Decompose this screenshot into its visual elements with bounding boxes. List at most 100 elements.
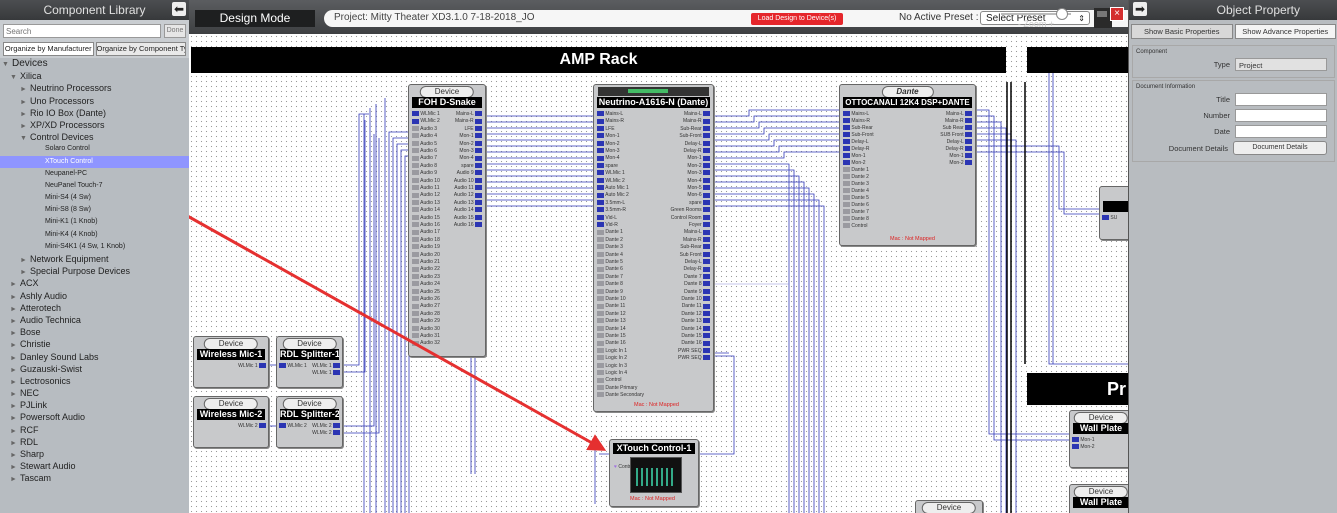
tree-item[interactable]: XTouch Control: [0, 155, 189, 168]
expanded-triangle-icon[interactable]: ▼: [10, 72, 20, 84]
tree-item[interactable]: ► Guzauski-Swist: [0, 363, 189, 375]
number-label: Number: [1203, 111, 1230, 120]
tree-item-label: Atterotech: [20, 302, 62, 313]
tree-item-label: Xilica: [20, 71, 42, 82]
tree-item[interactable]: ► Stewart Audio: [0, 460, 189, 472]
tree-item[interactable]: ► XP/XD Processors: [0, 119, 189, 131]
tree-item-label: Guzauski-Swist: [20, 363, 83, 374]
tree-item-label: Uno Processors: [30, 95, 95, 106]
tree-item-label: Tascam: [20, 473, 52, 484]
tree-item-label: Ashly Audio: [20, 290, 68, 301]
document-details-button[interactable]: Document Details: [1233, 141, 1327, 155]
tree-item-label: Control Devices: [30, 132, 94, 143]
zoom-label: - Zoom +: [1017, 19, 1055, 29]
collapse-left-arrow-icon[interactable]: ⬅: [172, 2, 186, 16]
organize-row: Organize by Manufacturer Organize by Com…: [0, 40, 189, 58]
design-mode-button[interactable]: Design Mode: [195, 10, 315, 27]
component-library-panel: Component Library ⬅ Done Organize by Man…: [0, 0, 190, 513]
tree-item[interactable]: ► NEC: [0, 387, 189, 399]
tree-item-label: Christie: [20, 339, 51, 350]
tree-item[interactable]: ► Uno Processors: [0, 95, 189, 107]
tree-item[interactable]: ► Network Equipment: [0, 253, 189, 265]
tree-item[interactable]: ► Lectrosonics: [0, 375, 189, 387]
object-property-title: Object Property: [1216, 3, 1300, 17]
tree-item[interactable]: ► Atterotech: [0, 302, 189, 314]
tree-item-label: XTouch Control: [45, 157, 93, 165]
tree-item-label: Mini-S4 (4 Sw): [45, 194, 91, 202]
tree-item[interactable]: ▼ Control Devices: [0, 131, 189, 143]
zoom-slider[interactable]: - Zoom +: [1001, 8, 1071, 32]
tree-item-label: Network Equipment: [30, 254, 109, 264]
tree-item[interactable]: Mini-K4 (4 Knob): [0, 229, 189, 241]
tab-advance-properties[interactable]: Show Advance Properties: [1234, 24, 1336, 39]
tree-item[interactable]: ► Christie: [0, 338, 189, 350]
search-input[interactable]: [3, 24, 161, 38]
number-field[interactable]: [1235, 109, 1327, 122]
collapse-right-arrow-icon[interactable]: ➡: [1133, 2, 1147, 16]
details-row: Document Details Document Details: [1140, 141, 1327, 155]
tree-item[interactable]: ► Rio IO Box (Dante): [0, 107, 189, 119]
load-design-button[interactable]: Load Design to Device(s): [751, 13, 843, 25]
tree-item[interactable]: ► Ashly Audio: [0, 290, 189, 302]
tree-item-label: Neutrino Processors: [30, 83, 112, 94]
type-value: Project: [1235, 58, 1327, 71]
design-canvas[interactable]: AMP Rack Pr Device FOH D-Snake WLMic 1 W…: [189, 34, 1128, 513]
tree-item[interactable]: Mini-S4 (4 Sw): [0, 192, 189, 204]
tree-item[interactable]: ▼ Xilica: [0, 70, 189, 82]
tree-item-label: Special Purpose Devices: [30, 266, 131, 277]
select-caret-icon: ⇕: [1078, 14, 1085, 23]
tree-item-label: Neupanel-PC: [45, 169, 88, 177]
tree-item[interactable]: ▼ Devices: [0, 58, 189, 70]
tree-item-label: NEC: [20, 388, 40, 399]
tree-item[interactable]: ► Tascam: [0, 472, 189, 484]
tree-item[interactable]: ► PJLink: [0, 399, 189, 411]
expanded-triangle-icon[interactable]: ▼: [20, 133, 30, 145]
top-toolbar: Design Mode Project: Mitty Theater XD3.1…: [189, 0, 1149, 34]
tree-item[interactable]: ► Powersoft Audio: [0, 411, 189, 423]
tree-item-label: NeuPanel Touch-7: [45, 181, 103, 189]
number-row: Number: [1140, 109, 1327, 122]
tree-item[interactable]: ► Sharp: [0, 448, 189, 460]
type-label: Type: [1213, 60, 1230, 69]
tree-item-label: Rio IO Box (Dante): [30, 107, 107, 118]
tab-basic-properties[interactable]: Show Basic Properties: [1131, 24, 1233, 39]
tree-item-label: Powersoft Audio: [20, 412, 86, 423]
document-section-title: Document Information: [1136, 84, 1196, 90]
tree-item[interactable]: ► RDL: [0, 436, 189, 448]
tree-item[interactable]: Neupanel-PC: [0, 168, 189, 180]
details-label: Document Details: [1168, 143, 1228, 153]
tree-item[interactable]: ► Special Purpose Devices: [0, 265, 189, 277]
tree-item[interactable]: ► Neutrino Processors: [0, 82, 189, 94]
tree-item-label: Audio Technica: [20, 314, 81, 325]
tree-item[interactable]: ► ACX: [0, 277, 189, 289]
tree-item[interactable]: ► RCF: [0, 424, 189, 436]
type-row: Type Project: [1140, 58, 1327, 71]
search-row: Done: [0, 20, 189, 40]
organize-by-type-button[interactable]: Organize by Component Type: [95, 42, 186, 56]
collapsed-triangle-icon[interactable]: ►: [10, 474, 20, 486]
component-library-title: Component Library: [43, 3, 146, 17]
tree-item[interactable]: ► Bose: [0, 326, 189, 338]
organize-by-manufacturer-button[interactable]: Organize by Manufacturer: [3, 42, 94, 56]
title-field[interactable]: [1235, 93, 1327, 106]
tree-item[interactable]: ► Danley Sound Labs: [0, 351, 189, 363]
date-row: Date: [1140, 125, 1327, 138]
tree-item-label: ACX: [20, 278, 39, 289]
tree-item[interactable]: Mini-K1 (1 Knob): [0, 216, 189, 228]
tree-item-label: Stewart Audio: [20, 461, 76, 472]
tree-item[interactable]: Mini-S8 (8 Sw): [0, 204, 189, 216]
date-label: Date: [1214, 127, 1230, 136]
date-field[interactable]: [1235, 125, 1327, 138]
tree-item-label: Devices: [12, 58, 48, 69]
tree-item-label: PJLink: [20, 400, 48, 411]
tree-item-label: Bose: [20, 327, 41, 338]
property-tabs: Show Basic Properties Show Advance Prope…: [1129, 20, 1337, 43]
preset-status-label: No Active Preset :: [899, 12, 979, 23]
close-icon[interactable]: ×: [1110, 7, 1124, 21]
tree-item[interactable]: NeuPanel Touch-7: [0, 180, 189, 192]
title-label: Title: [1216, 95, 1230, 104]
tree-item-label: Mini-S4K1 (4 Sw, 1 Knob): [45, 242, 126, 250]
tree-item[interactable]: Mini-S4K1 (4 Sw, 1 Knob): [0, 241, 189, 253]
tree-item[interactable]: ► Audio Technica: [0, 314, 189, 326]
search-done-button[interactable]: Done: [164, 24, 186, 38]
